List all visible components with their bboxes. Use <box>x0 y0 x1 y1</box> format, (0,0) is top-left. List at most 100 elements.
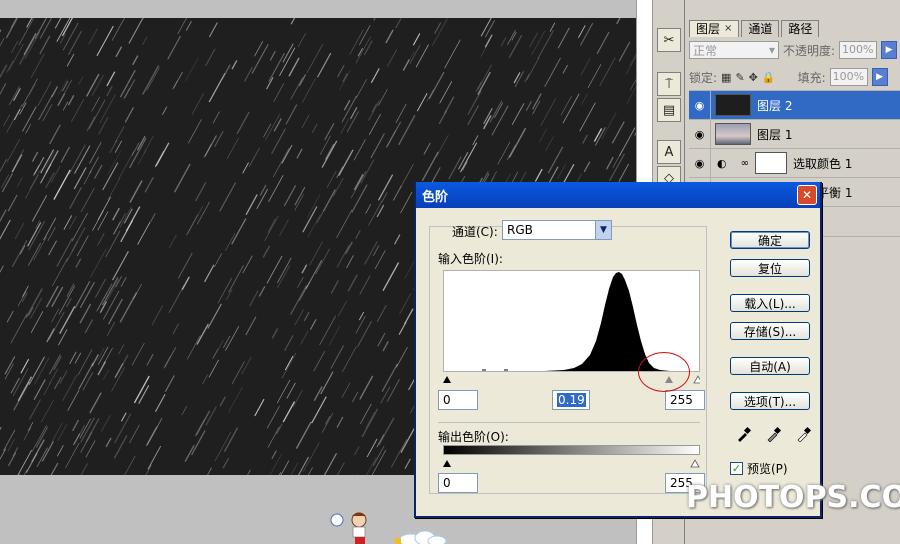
eye-icon[interactable]: ◉ <box>689 120 711 148</box>
opacity-input[interactable]: 100% <box>839 41 878 59</box>
rain-streak <box>346 255 354 269</box>
layer-name: 选取颜色 1 <box>792 156 853 171</box>
rain-streak <box>583 161 591 173</box>
chain-link-icon[interactable]: ∞ <box>741 158 749 169</box>
rain-streak <box>145 426 158 447</box>
layer-row-layer1[interactable]: ◉ 图层 1 <box>689 119 900 148</box>
rain-streak <box>0 29 2 33</box>
gray-eyedropper-icon[interactable] <box>766 426 782 442</box>
auto-button[interactable]: 自动(A) <box>730 357 810 375</box>
channel-select[interactable]: RGB ▼ <box>502 220 612 240</box>
rain-streak <box>221 64 231 80</box>
rain-streak <box>316 52 332 78</box>
rain-streak <box>23 32 37 56</box>
rain-streak <box>226 137 239 160</box>
preview-checkbox[interactable]: ✓ <box>730 462 743 475</box>
rain-streak <box>313 350 326 372</box>
output-gradient-bar <box>443 445 700 455</box>
options-button[interactable]: 选项(T)... <box>730 392 810 410</box>
scissors-tool-icon[interactable]: ✂ <box>657 28 681 52</box>
rain-streak <box>428 71 445 100</box>
layer-row-layer2[interactable]: ◉ 图层 2 <box>689 90 900 119</box>
input-black-slider[interactable] <box>443 376 451 383</box>
rain-streak <box>80 187 95 213</box>
type-tool-icon[interactable]: A <box>657 140 681 164</box>
rain-streak <box>626 86 636 104</box>
rain-streak <box>338 149 354 176</box>
input-white-slider[interactable] <box>693 375 703 384</box>
fill-arrow-button[interactable]: ▶ <box>871 68 888 86</box>
adjustment-layer-icon: ◐ <box>717 156 727 170</box>
rain-streak <box>66 53 75 67</box>
rain-streak <box>77 349 93 376</box>
fill-input[interactable]: 100% <box>829 68 868 86</box>
dialog-titlebar[interactable]: 色阶 <box>416 182 820 208</box>
eye-icon[interactable]: ◉ <box>689 149 711 177</box>
rain-streak <box>27 222 42 247</box>
rain-streak <box>107 177 121 201</box>
rain-streak <box>80 463 88 475</box>
output-black-field[interactable]: 0 <box>438 473 478 493</box>
rain-streak <box>25 174 39 199</box>
rain-streak <box>88 99 106 130</box>
rain-streak <box>301 114 310 129</box>
rain-streak <box>146 67 160 91</box>
blend-mode-select[interactable]: 正常 ▾ <box>689 41 779 59</box>
tab-layers[interactable]: 图层 × <box>689 20 740 37</box>
lock-transparency-icon[interactable]: ▦ <box>721 71 731 84</box>
rain-streak <box>557 164 566 179</box>
rain-streak <box>525 100 533 111</box>
rain-streak <box>27 422 34 432</box>
eye-icon[interactable]: ◉ <box>689 91 711 119</box>
rain-streak <box>404 308 414 325</box>
rain-streak <box>219 396 226 407</box>
levels-dialog: 色阶 ✕ 通道(C): RGB ▼ 输入色阶(I): 0 0.19 255 输出… <box>414 182 822 518</box>
rain-streak <box>113 435 128 459</box>
lock-paint-icon[interactable]: ✎ <box>735 71 744 84</box>
rain-streak <box>347 274 358 292</box>
history-brush-icon[interactable]: ▤ <box>657 98 681 122</box>
rain-streak <box>103 347 113 365</box>
input-black-field[interactable]: 0 <box>438 390 478 410</box>
rain-streak <box>91 96 100 112</box>
lock-all-icon[interactable]: 🔒 <box>762 71 776 84</box>
rain-streak <box>124 79 136 99</box>
rain-streak <box>302 442 320 472</box>
rain-streak <box>545 135 555 152</box>
rain-streak <box>355 230 361 240</box>
rain-streak <box>477 71 491 95</box>
layer-row-selective-color[interactable]: ◉ ◐ ∞ 选取颜色 1 <box>689 148 900 177</box>
save-button[interactable]: 存储(S)... <box>730 322 810 340</box>
rain-streak <box>102 369 110 380</box>
rain-streak <box>544 57 561 88</box>
load-button[interactable]: 载入(L)... <box>730 294 810 312</box>
tab-channels[interactable]: 通道 <box>741 20 780 37</box>
rain-streak <box>51 308 60 323</box>
rain-streak <box>111 18 125 41</box>
output-white-slider[interactable] <box>690 459 700 468</box>
rain-streak <box>56 237 73 267</box>
layer-thumbnail <box>715 94 751 116</box>
layer-mask-thumbnail <box>754 152 787 174</box>
rain-streak <box>13 108 21 121</box>
rain-streak <box>248 147 260 167</box>
close-icon[interactable]: × <box>724 21 732 37</box>
white-eyedropper-icon[interactable] <box>796 426 812 442</box>
rain-streak <box>214 253 223 268</box>
output-black-slider[interactable] <box>443 460 451 467</box>
tab-paths[interactable]: 路径 <box>781 20 820 37</box>
ok-button[interactable]: 确定 <box>730 231 810 249</box>
rain-streak <box>296 148 303 159</box>
opacity-arrow-button[interactable]: ▶ <box>881 41 898 59</box>
black-eyedropper-icon[interactable] <box>736 426 752 442</box>
lock-move-icon[interactable]: ✥ <box>749 71 758 84</box>
rain-streak <box>467 105 479 126</box>
output-slider-track[interactable] <box>443 457 700 468</box>
rain-streak <box>370 68 380 84</box>
input-white-field[interactable]: 255 <box>665 390 705 410</box>
stamp-tool-icon[interactable]: ⍑ <box>657 72 681 96</box>
input-gamma-field[interactable]: 0.19 <box>552 390 590 410</box>
rain-streak <box>336 416 344 428</box>
close-button[interactable]: ✕ <box>797 185 817 205</box>
reset-button[interactable]: 复位 <box>730 259 810 277</box>
